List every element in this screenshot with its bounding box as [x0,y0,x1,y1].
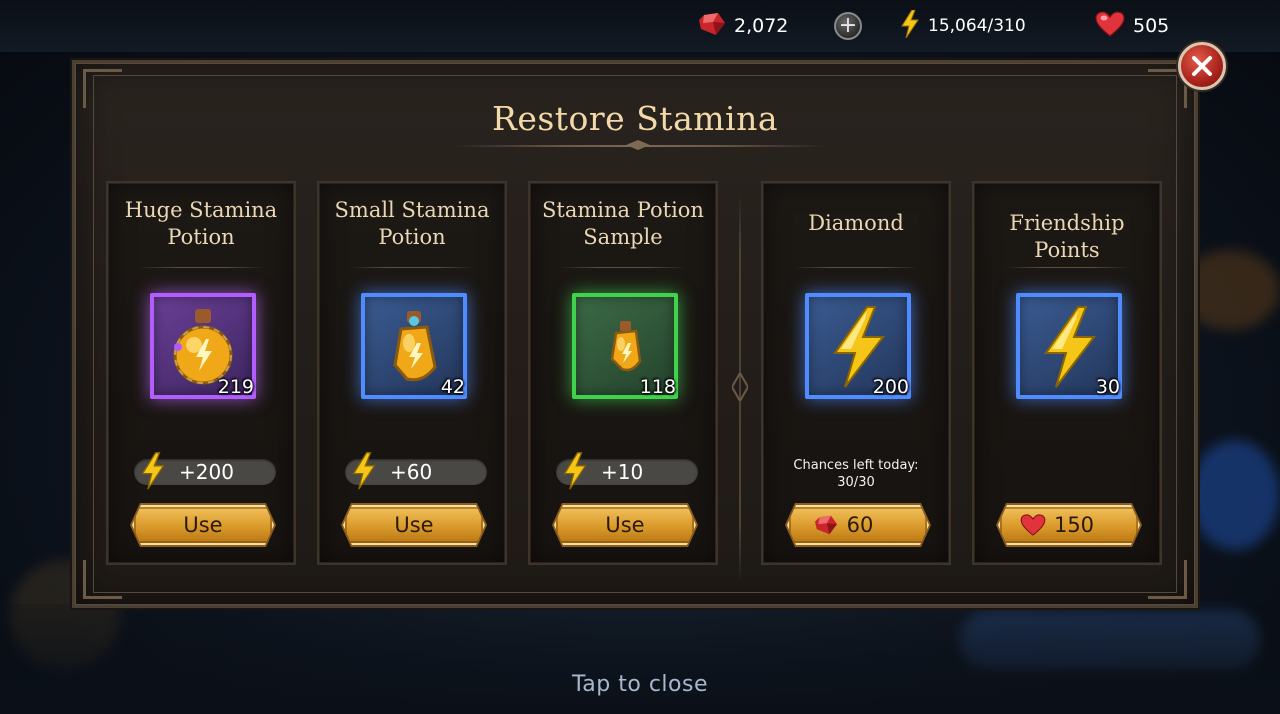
card-title: Friendship Points [1009,211,1125,262]
item-slot[interactable]: 200 [805,293,911,399]
background-bottom [0,604,1280,714]
use-button-label: Use [394,513,434,537]
use-button-label: Use [183,513,223,537]
background-top-bar [0,0,1280,52]
stamina-counter: 15,064/310 [900,9,1026,43]
chances-left-text: Chances left today: 30/30 [763,457,949,491]
use-button-label: Use [605,513,645,537]
item-slot[interactable]: 118 [572,293,678,399]
item-card-stamina-potion-sample: Stamina Potion Sample 118 +10 Use [528,181,718,565]
item-count: 42 [440,376,465,398]
lightning-icon [352,452,376,490]
item-card-small-stamina-potion: Small Stamina Potion 42 +60 Use [317,181,507,565]
title-ornament-icon [626,140,650,150]
close-icon [1192,56,1212,76]
buy-with-hearts-button[interactable]: 150 [998,505,1140,545]
card-divider [560,267,686,268]
gem-icon [698,11,726,42]
item-count: 30 [1095,376,1120,398]
gem-counter: 2,072 [698,10,788,42]
gem-icon [813,514,839,536]
heart-icon [1095,10,1125,42]
stamina-bonus-value: +10 [601,460,644,484]
card-divider [1004,267,1130,268]
lightning-icon [900,9,920,43]
card-title-line: Potion [378,225,446,249]
item-slot[interactable]: 42 [361,293,467,399]
gem-cost: 60 [846,513,874,537]
stamina-bonus-pill: +10 [556,452,698,490]
gem-count: 2,072 [734,15,789,37]
card-divider [793,267,919,268]
stamina-bonus-value: +60 [390,460,433,484]
item-card-diamond: Diamond 200 Chances left today: 30/30 60 [761,181,951,565]
card-title-line: Huge Stamina [124,198,278,222]
stamina-bonus-value: +200 [179,460,234,484]
plus-icon: + [838,13,858,38]
background-glow [1190,440,1280,550]
card-title-line: Potion [167,225,235,249]
card-title-line: Stamina Potion [542,198,704,222]
card-title: Huge Stamina Potion [108,197,294,251]
item-count: 200 [872,376,909,398]
card-divider [349,267,475,268]
chances-value: 30/30 [837,475,875,490]
card-title: Stamina Potion Sample [530,197,716,251]
item-count: 219 [217,376,254,398]
heart-cost: 150 [1053,513,1095,537]
card-title: Small Stamina Potion [319,197,505,251]
frame-corner [1148,560,1187,599]
buy-with-gems-button[interactable]: 60 [787,505,929,545]
item-slot[interactable]: 219 [150,293,256,399]
use-button[interactable]: Use [343,505,485,545]
hearts-count: 505 [1133,15,1170,37]
close-button[interactable] [1178,42,1226,90]
item-card-friendship-points: Friendship Points 30 150 [972,181,1162,565]
card-title: Diamond [808,211,904,235]
stamina-count: 15,064/310 [928,16,1026,36]
lightning-icon [141,452,165,490]
dialog-title: Restore Stamina [491,99,779,138]
stamina-bonus-pill: +200 [134,452,276,490]
tap-to-close-hint[interactable]: Tap to close [0,672,1280,697]
add-gems-button[interactable]: + [834,12,862,40]
restore-stamina-dialog: Restore Stamina Huge Stamina Potion 219 [72,60,1198,608]
item-count: 118 [639,376,676,398]
item-slot[interactable]: 30 [1016,293,1122,399]
hearts-counter: 505 [1095,10,1169,42]
use-button[interactable]: Use [132,505,274,545]
card-title-line: Small Stamina [334,198,490,222]
heart-icon [1020,514,1046,536]
lightning-icon [563,452,587,490]
separator-ornament-icon [732,373,748,401]
chances-label: Chances left today: [793,458,919,473]
card-title-line: Sample [583,225,663,249]
use-button[interactable]: Use [554,505,696,545]
frame-corner [83,560,122,599]
item-card-huge-stamina-potion: Huge Stamina Potion 219 +200 Use [106,181,296,565]
card-divider [138,267,264,268]
stamina-bonus-pill: +60 [345,452,487,490]
